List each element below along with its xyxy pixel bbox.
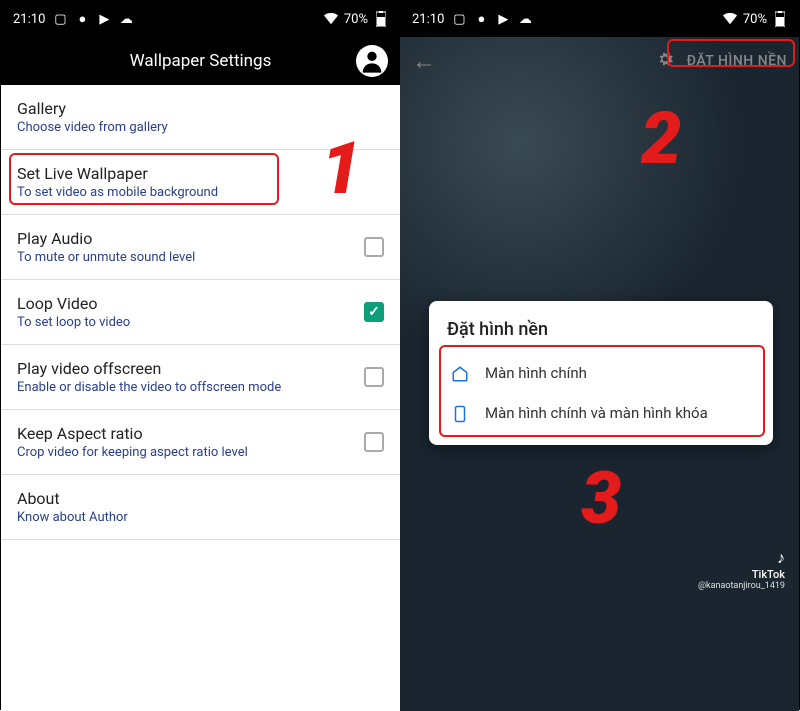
gear-icon[interactable] (655, 49, 675, 74)
wifi-icon (723, 12, 737, 26)
item-sub: To set loop to video (17, 315, 352, 330)
status-bar: 21:10 ▢ ● ▶ ☁ 70% (1, 1, 400, 37)
item-title: Set Live Wallpaper (17, 164, 384, 183)
preview-header: ← ĐẶT HÌNH NỀN (400, 37, 799, 85)
page-title: Wallpaper Settings (130, 51, 272, 71)
item-gallery[interactable]: Gallery Choose video from gallery (1, 85, 400, 150)
youtube-icon: ▶ (97, 12, 111, 26)
circle-icon: ● (75, 12, 89, 26)
checkbox-loop-video[interactable]: ✓ (364, 302, 384, 322)
tiktok-user: @kanaotanjirou_1419 (698, 581, 785, 591)
item-title: Keep Aspect ratio (17, 424, 352, 443)
status-time: 21:10 (13, 12, 45, 27)
item-sub: Know about Author (17, 510, 384, 525)
app-header: Wallpaper Settings (1, 37, 400, 85)
wifi-icon (324, 12, 338, 26)
item-sub: Choose video from gallery (17, 120, 384, 135)
item-play-audio[interactable]: Play Audio To mute or unmute sound level (1, 215, 400, 280)
circle-icon: ● (474, 12, 488, 26)
item-title: Loop Video (17, 294, 352, 313)
image-icon: ▢ (452, 12, 466, 26)
tiktok-label: TikTok (698, 568, 785, 581)
item-loop-video[interactable]: Loop Video To set loop to video ✓ (1, 280, 400, 345)
item-title: About (17, 489, 384, 508)
item-set-live-wallpaper[interactable]: Set Live Wallpaper To set video as mobil… (1, 150, 400, 215)
item-about[interactable]: About Know about Author (1, 475, 400, 540)
option-home-and-lock[interactable]: Màn hình chính và màn hình khóa (447, 394, 755, 434)
item-keep-aspect[interactable]: Keep Aspect ratio Crop video for keeping… (1, 410, 400, 475)
settings-list: Gallery Choose video from gallery Set Li… (1, 85, 400, 540)
item-sub: To mute or unmute sound level (17, 250, 352, 265)
battery-icon (773, 12, 787, 26)
checkbox-keep-aspect[interactable] (364, 432, 384, 452)
image-icon: ▢ (53, 12, 67, 26)
item-play-offscreen[interactable]: Play video offscreen Enable or disable t… (1, 345, 400, 410)
item-title: Play video offscreen (17, 359, 352, 378)
phone-icon (451, 405, 469, 423)
tiktok-icon: ♪ (698, 548, 785, 568)
screen-settings: 21:10 ▢ ● ▶ ☁ 70% Wallpaper Settings Gal… (1, 1, 400, 711)
status-bar: 21:10 ▢ ● ▶ ☁ 70% (400, 1, 799, 37)
youtube-icon: ▶ (496, 12, 510, 26)
cloud-icon: ☁ (119, 12, 133, 26)
item-title: Play Audio (17, 229, 352, 248)
option-home-screen[interactable]: Màn hình chính (447, 354, 755, 394)
battery-icon (374, 12, 388, 26)
item-sub: To set video as mobile background (17, 185, 384, 200)
set-wallpaper-dialog: Đặt hình nền Màn hình chính Màn hình chí… (429, 301, 773, 445)
avatar-button[interactable] (356, 45, 388, 77)
option-label: Màn hình chính và màn hình khóa (485, 404, 708, 424)
back-button[interactable]: ← (412, 47, 436, 76)
status-time: 21:10 (412, 12, 444, 27)
battery-pct: 70% (743, 12, 767, 27)
checkbox-play-offscreen[interactable] (364, 367, 384, 387)
item-sub: Crop video for keeping aspect ratio leve… (17, 445, 352, 460)
checkbox-play-audio[interactable] (364, 237, 384, 257)
home-icon (451, 365, 469, 383)
battery-pct: 70% (344, 12, 368, 27)
dialog-title: Đặt hình nền (447, 319, 755, 340)
option-label: Màn hình chính (485, 364, 587, 384)
cloud-icon: ☁ (518, 12, 532, 26)
tiktok-watermark: ♪ TikTok @kanaotanjirou_1419 (698, 548, 785, 591)
item-title: Gallery (17, 99, 384, 118)
item-sub: Enable or disable the video to offscreen… (17, 380, 352, 395)
apply-wallpaper-button[interactable]: ĐẶT HÌNH NỀN (687, 53, 787, 69)
